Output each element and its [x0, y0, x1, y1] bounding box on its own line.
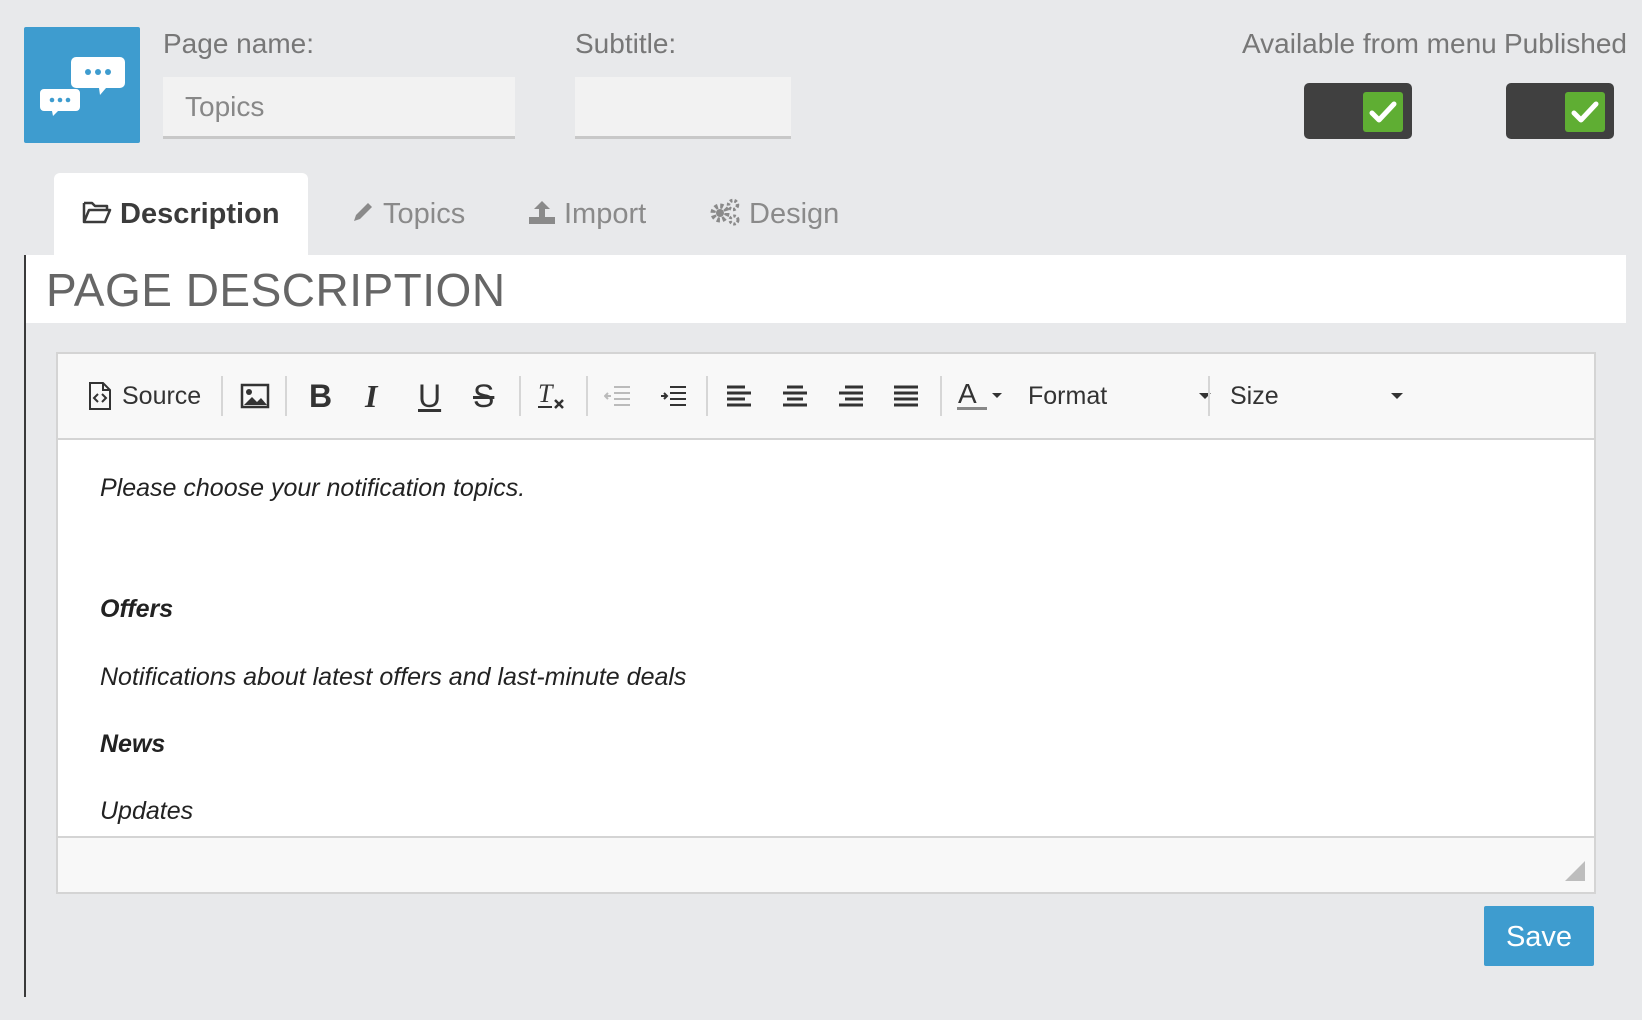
toolbar-separator: [940, 376, 942, 416]
available-from-menu-label: Available from menu: [1242, 28, 1497, 59]
justify-button[interactable]: [893, 354, 919, 438]
text-color-icon: A: [957, 379, 1002, 410]
section-title: PAGE DESCRIPTION: [46, 264, 506, 316]
page-name-input[interactable]: Topics: [163, 77, 515, 139]
toolbar-separator: [519, 376, 521, 416]
app-logo: [24, 27, 140, 143]
bold-button[interactable]: B: [309, 354, 332, 438]
italic-icon: I: [365, 377, 378, 414]
checkmark-icon: [1363, 92, 1403, 132]
gears-icon: [710, 199, 740, 226]
bold-icon: B: [309, 377, 333, 414]
align-right-button[interactable]: [838, 354, 864, 438]
remove-format-icon: T: [538, 380, 564, 409]
chevron-down-icon: [1391, 393, 1403, 399]
indent-icon: [661, 386, 686, 406]
published-label: Published: [1504, 28, 1627, 59]
content-paragraph: Please choose your notification topics.: [100, 474, 526, 502]
align-center-button[interactable]: [782, 354, 808, 438]
toolbar-separator: [586, 376, 588, 416]
image-button[interactable]: [240, 354, 270, 438]
format-label: Format: [1028, 381, 1108, 410]
upload-icon: [529, 201, 555, 225]
tab-label: Topics: [383, 198, 466, 230]
align-center-icon: [783, 385, 807, 407]
align-justify-icon: [894, 385, 918, 407]
checkmark-icon: [1565, 92, 1605, 132]
editor-toolbar: Source B I U S T A Format Size: [58, 354, 1594, 440]
content-heading: Offers: [100, 595, 174, 623]
align-right-icon: [839, 385, 863, 407]
tab-design[interactable]: Design: [709, 173, 839, 255]
folder-open-icon: [82, 202, 112, 224]
svg-text:A: A: [958, 379, 977, 409]
tab-label: Description: [120, 198, 280, 230]
strikethrough-icon: S: [473, 377, 495, 414]
tab-label: Design: [749, 198, 840, 230]
available-from-menu-toggle[interactable]: [1304, 83, 1412, 139]
pencil-icon: [354, 203, 372, 222]
tab-import[interactable]: Import: [528, 173, 646, 255]
resize-handle-icon[interactable]: [1564, 860, 1586, 882]
source-button[interactable]: Source: [88, 354, 201, 438]
text-color-button[interactable]: A: [956, 354, 1006, 438]
tab-topics[interactable]: Topics: [351, 173, 465, 255]
underline-button[interactable]: U: [418, 354, 441, 438]
format-dropdown[interactable]: Format: [1018, 354, 1228, 438]
size-label: Size: [1230, 381, 1279, 410]
panel-left-border: [24, 255, 26, 997]
save-button[interactable]: Save: [1484, 906, 1594, 966]
italic-button[interactable]: I: [365, 354, 377, 438]
source-code-icon: [89, 382, 111, 410]
subtitle-input[interactable]: [575, 77, 791, 139]
tab-label: Import: [564, 198, 647, 230]
source-label: Source: [122, 381, 202, 410]
outdent-icon: [604, 386, 630, 406]
section-header: PAGE DESCRIPTION: [26, 255, 1626, 323]
editor-content[interactable]: Please choose your notification topics. …: [58, 440, 1594, 840]
increase-indent-button[interactable]: [660, 354, 688, 438]
subtitle-label: Subtitle:: [575, 28, 677, 59]
content-heading: News: [100, 730, 166, 758]
size-dropdown[interactable]: Size: [1220, 354, 1420, 438]
rich-text-editor: Source B I U S T A Format Size Please ch…: [56, 352, 1596, 894]
page-name-label: Page name:: [163, 28, 314, 59]
decrease-indent-button[interactable]: [604, 354, 632, 438]
remove-format-button[interactable]: T: [536, 354, 568, 438]
content-paragraph: Notifications about latest offers and la…: [100, 663, 687, 691]
underline-icon: U: [418, 377, 442, 414]
content-paragraph: Updates: [100, 797, 194, 825]
published-toggle[interactable]: [1506, 83, 1614, 139]
image-icon: [240, 383, 270, 409]
toolbar-separator: [1208, 376, 1210, 416]
toolbar-separator: [285, 376, 287, 416]
align-left-icon: [727, 385, 751, 407]
toolbar-separator: [221, 376, 223, 416]
toolbar-separator: [706, 376, 708, 416]
tab-description[interactable]: Description: [54, 173, 308, 255]
chat-bubbles-icon: [40, 57, 125, 116]
align-left-button[interactable]: [726, 354, 752, 438]
svg-text:T: T: [538, 380, 554, 408]
editor-statusbar: [58, 836, 1594, 892]
strikethrough-button[interactable]: S: [473, 354, 494, 438]
